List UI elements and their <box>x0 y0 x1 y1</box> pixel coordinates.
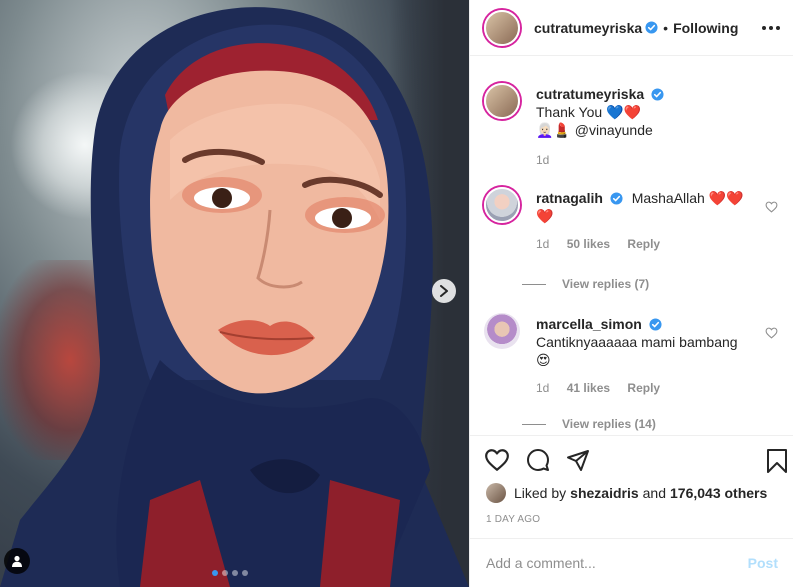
comment-time[interactable]: 1d <box>536 381 549 395</box>
carousel-dot <box>232 570 238 576</box>
carousel-indicator <box>212 570 248 576</box>
avatar[interactable] <box>486 483 506 503</box>
post-side-panel: cutratumeyriska • Following cutratumeyri… <box>469 0 793 587</box>
share-paper-plane-icon[interactable] <box>566 448 590 472</box>
separator-dot: • <box>663 19 669 36</box>
post-photo[interactable] <box>0 0 469 587</box>
post-header: cutratumeyriska • Following <box>470 0 793 56</box>
reply-button[interactable]: Reply <box>627 237 660 251</box>
user-icon <box>12 555 22 567</box>
save-bookmark-icon[interactable] <box>766 448 788 474</box>
add-comment-bar: Post <box>470 538 793 587</box>
likes-middle: and <box>642 485 666 501</box>
caption-line: 👩🏻‍🦳💄 @vinayunde <box>536 122 653 138</box>
comment-text: Cantiknyaaaaaa mami bambang <box>536 334 738 350</box>
next-image-button[interactable] <box>432 279 456 303</box>
view-replies-label: View replies (7) <box>562 277 650 291</box>
verified-badge-icon <box>645 21 658 34</box>
following-button[interactable]: Following <box>673 20 738 36</box>
like-comment-heart-icon[interactable] <box>765 201 778 213</box>
divider <box>522 283 546 285</box>
comment-input[interactable] <box>486 555 748 571</box>
verified-badge-icon <box>610 192 623 205</box>
comments-list: cutratumeyriska Thank You 💙❤️ 👩🏻‍🦳💄 @vin… <box>470 57 793 434</box>
avatar[interactable] <box>484 187 520 223</box>
likes-prefix: Liked by <box>514 485 567 501</box>
carousel-dot <box>222 570 228 576</box>
avatar[interactable] <box>484 9 520 46</box>
view-replies-button[interactable]: View replies (7) <box>522 277 649 291</box>
comment-username[interactable]: cutratumeyriska <box>536 86 644 102</box>
avatar[interactable] <box>484 83 520 119</box>
comment-time[interactable]: 1d <box>536 237 549 251</box>
reply-button[interactable]: Reply <box>627 381 660 395</box>
view-replies-button[interactable]: View replies (14) <box>522 417 656 431</box>
more-options-button[interactable] <box>762 26 780 30</box>
comment-text: MashaAllah ❤️❤️ <box>631 190 744 206</box>
comment-likes[interactable]: 41 likes <box>567 381 610 395</box>
comment-text-cont: ❤️ <box>536 208 554 224</box>
post-timestamp[interactable]: 1 DAY AGO <box>486 514 540 525</box>
comment-bubble-icon[interactable] <box>526 448 550 472</box>
view-replies-label: View replies (14) <box>562 417 656 431</box>
comment-username[interactable]: ratnagalih <box>536 190 603 206</box>
likes-summary: Liked by shezaidris and 176,043 others <box>486 483 767 503</box>
comment-likes[interactable]: 50 likes <box>567 237 610 251</box>
verified-badge-icon <box>651 88 664 101</box>
divider <box>522 423 546 425</box>
likes-count[interactable]: 176,043 others <box>670 485 767 501</box>
tagged-users-button[interactable] <box>4 548 30 574</box>
comment-text-cont: 😍 <box>536 352 551 368</box>
like-comment-heart-icon[interactable] <box>765 327 778 339</box>
comment-username[interactable]: marcella_simon <box>536 316 642 332</box>
author-username[interactable]: cutratumeyriska <box>534 20 642 36</box>
carousel-dot <box>242 570 248 576</box>
caption-line: Thank You 💙❤️ <box>536 104 641 120</box>
more-dot <box>776 26 780 30</box>
portrait-illustration <box>0 7 469 587</box>
carousel-dot <box>212 570 218 576</box>
more-dot <box>769 26 773 30</box>
post-comment-button[interactable]: Post <box>748 555 778 571</box>
more-dot <box>762 26 766 30</box>
like-heart-icon[interactable] <box>484 448 510 472</box>
verified-badge-icon <box>649 318 662 331</box>
comment-time[interactable]: 1d <box>536 153 549 167</box>
avatar[interactable] <box>484 313 520 349</box>
liker-username[interactable]: shezaidris <box>570 485 638 501</box>
post-actions <box>470 435 793 485</box>
chevron-right-icon <box>440 285 448 297</box>
